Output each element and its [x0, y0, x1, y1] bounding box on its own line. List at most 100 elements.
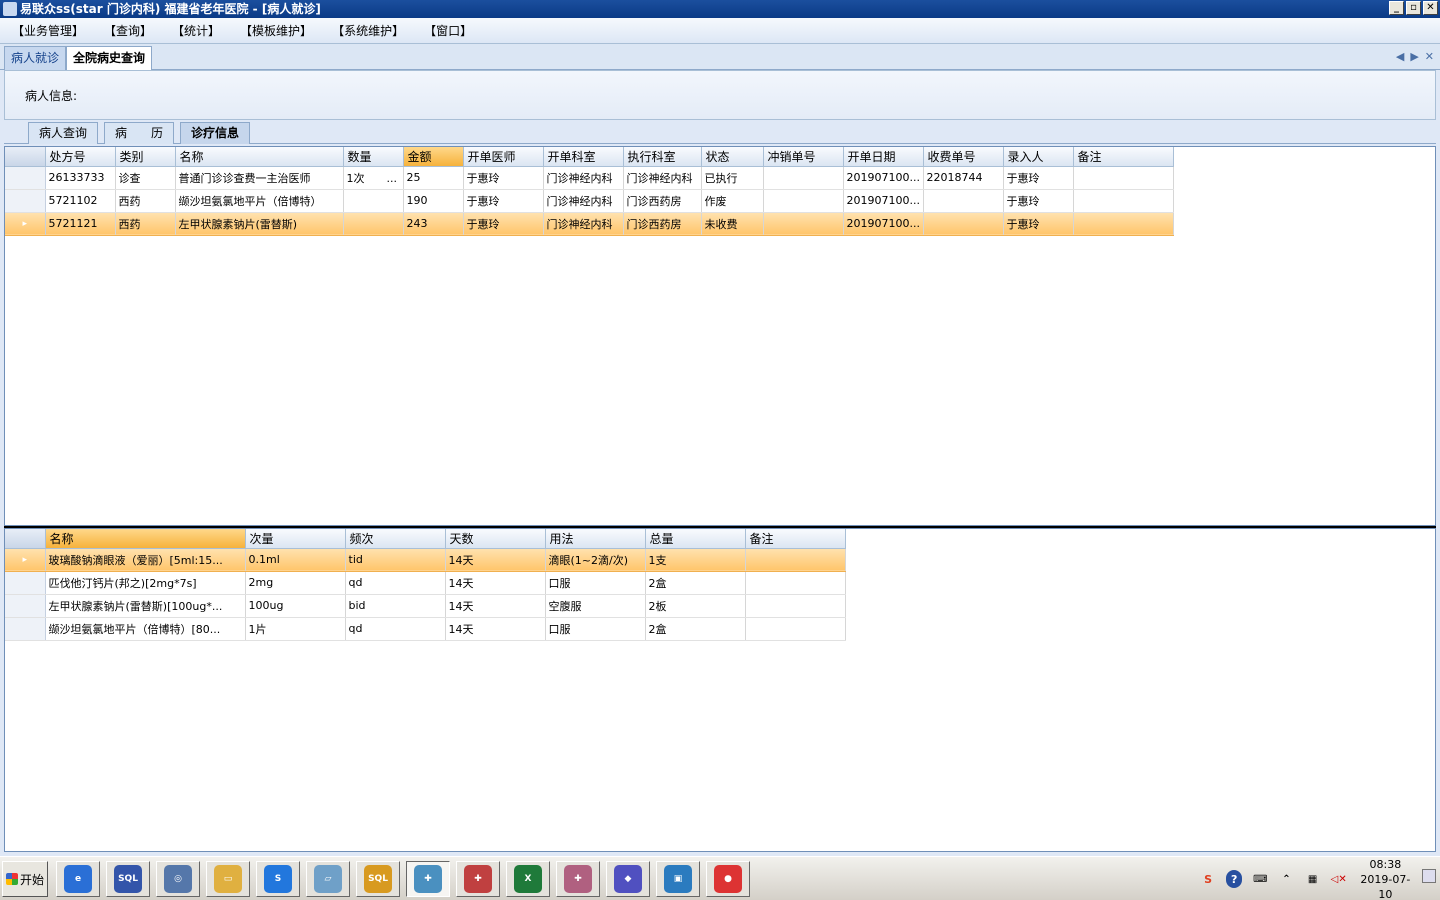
- detail-cell[interactable]: 缬沙坦氨氯地平片（倍博特）[80...: [45, 617, 246, 641]
- orders-cell[interactable]: 门诊西药房: [623, 212, 702, 236]
- orders-cell[interactable]: [923, 212, 1004, 236]
- orders-header-5[interactable]: 开单医师: [463, 147, 544, 167]
- orders-header-8[interactable]: 状态: [701, 147, 764, 167]
- orders-cell[interactable]: 26133733: [45, 166, 116, 190]
- menu-query[interactable]: 【查询】: [104, 22, 152, 39]
- orders-header-10[interactable]: 开单日期: [843, 147, 924, 167]
- detail-cell[interactable]: 14天: [445, 617, 546, 641]
- taskbar-app-button[interactable]: ●: [706, 861, 750, 897]
- orders-cell[interactable]: 243: [403, 212, 464, 236]
- orders-cell[interactable]: [763, 212, 844, 236]
- tab-medical-record[interactable]: 病 历: [104, 122, 175, 144]
- minimize-button[interactable]: _: [1389, 1, 1404, 15]
- table-row[interactable]: ▸ 玻璃酸钠滴眼液（爱丽）[5ml:15... 0.1ml tid 14天 滴眼(1~2滴…: [5, 548, 850, 572]
- detail-cell[interactable]: 左甲状腺素钠片(雷替斯)[100ug*...: [45, 594, 246, 618]
- orders-cell[interactable]: 201907100...: [843, 212, 924, 236]
- detail-cell[interactable]: qd: [345, 617, 446, 641]
- orders-cell[interactable]: 25: [403, 166, 464, 190]
- table-row[interactable]: 26133733 诊查 普通门诊诊查费一主治医师 1次 ... 25 于惠玲 门诊神经内科门…: [5, 166, 1178, 190]
- close-button[interactable]: ✕: [1423, 1, 1438, 15]
- orders-cell[interactable]: 于惠玲: [463, 166, 544, 190]
- orders-header-9[interactable]: 冲销单号: [763, 147, 844, 167]
- menu-statistics[interactable]: 【统计】: [172, 22, 220, 39]
- detail-cell[interactable]: 14天: [445, 594, 546, 618]
- table-row[interactable]: ▸ 5721121 西药 左甲状腺素钠片(雷替斯) 243 于惠玲 门诊神经内科 门诊西药房未…: [5, 212, 1178, 236]
- orders-cell[interactable]: 西药: [115, 212, 176, 236]
- taskbar-app-button[interactable]: SQL: [356, 861, 400, 897]
- detail-cell[interactable]: 滴眼(1~2滴/次): [545, 548, 646, 572]
- orders-cell[interactable]: 门诊神经内科: [543, 166, 624, 190]
- detail-cell[interactable]: 14天: [445, 548, 546, 572]
- detail-cell[interactable]: 口服: [545, 617, 646, 641]
- table-row[interactable]: 匹伐他汀钙片(邦之)[2mg*7s] 2mg qd 14天 口服 2盒: [5, 571, 850, 595]
- orders-cell[interactable]: 于惠玲: [463, 189, 544, 213]
- orders-cell[interactable]: 西药: [115, 189, 176, 213]
- detail-cell[interactable]: tid: [345, 548, 446, 572]
- row-indicator[interactable]: [5, 571, 46, 595]
- row-indicator[interactable]: ▸: [5, 212, 46, 236]
- row-indicator[interactable]: ▸: [5, 548, 46, 572]
- orders-cell[interactable]: 22018744: [923, 166, 1004, 190]
- tab-treatment-info[interactable]: 诊疗信息: [180, 122, 251, 144]
- taskbar-app-button[interactable]: ◆: [606, 861, 650, 897]
- orders-header-7[interactable]: 执行科室: [623, 147, 702, 167]
- table-row[interactable]: 缬沙坦氨氯地平片（倍博特）[80... 1片 qd 14天 口服 2盒: [5, 617, 850, 641]
- orders-cell[interactable]: 190: [403, 189, 464, 213]
- tab-prev-icon[interactable]: ◀: [1396, 50, 1404, 63]
- orders-cell[interactable]: 门诊神经内科: [543, 189, 624, 213]
- tab-close-icon[interactable]: ✕: [1425, 50, 1434, 63]
- tab-patient-visit[interactable]: 病人就诊: [4, 46, 67, 70]
- keyboard-icon[interactable]: ⌨: [1252, 870, 1268, 888]
- orders-cell[interactable]: [1073, 189, 1174, 213]
- orders-cell[interactable]: 左甲状腺素钠片(雷替斯): [175, 212, 344, 236]
- row-indicator[interactable]: [5, 617, 46, 641]
- orders-header-12[interactable]: 录入人: [1003, 147, 1074, 167]
- sogou-tray-icon[interactable]: S: [1200, 870, 1216, 888]
- detail-cell[interactable]: qd: [345, 571, 446, 595]
- detail-cell[interactable]: 空腹服: [545, 594, 646, 618]
- detail-cell[interactable]: 2盒: [645, 571, 746, 595]
- restore-button[interactable]: ▫: [1406, 1, 1421, 15]
- detail-header-2[interactable]: 频次: [345, 529, 446, 549]
- orders-cell[interactable]: [1073, 166, 1174, 190]
- detail-header-3[interactable]: 天数: [445, 529, 546, 549]
- help-icon[interactable]: ?: [1226, 870, 1243, 888]
- menu-template[interactable]: 【模板维护】: [240, 22, 312, 39]
- detail-cell[interactable]: 14天: [445, 571, 546, 595]
- orders-cell[interactable]: [1073, 212, 1174, 236]
- menu-business[interactable]: 【业务管理】: [12, 22, 84, 39]
- orders-cell[interactable]: [763, 189, 844, 213]
- orders-header-3[interactable]: 数量: [343, 147, 404, 167]
- detail-cell[interactable]: 1支: [645, 548, 746, 572]
- tab-history-query[interactable]: 全院病史查询: [66, 46, 153, 70]
- orders-header-4[interactable]: 金额: [403, 147, 464, 167]
- orders-header-2[interactable]: 名称: [175, 147, 344, 167]
- orders-cell[interactable]: 普通门诊诊查费一主治医师: [175, 166, 344, 190]
- detail-header-1[interactable]: 次量: [245, 529, 346, 549]
- detail-cell[interactable]: [745, 571, 846, 595]
- orders-cell[interactable]: 门诊西药房: [623, 189, 702, 213]
- orders-cell[interactable]: [923, 189, 1004, 213]
- table-row[interactable]: 左甲状腺素钠片(雷替斯)[100ug*... 100ug bid 14天 空腹服 2板: [5, 594, 850, 618]
- detail-header-6[interactable]: 备注: [745, 529, 846, 549]
- orders-header-1[interactable]: 类别: [115, 147, 176, 167]
- taskbar-app-button[interactable]: ✚: [406, 861, 450, 897]
- orders-cell[interactable]: 缬沙坦氨氯地平片（倍博特）: [175, 189, 344, 213]
- taskbar-app-button[interactable]: X: [506, 861, 550, 897]
- orders-cell[interactable]: 门诊神经内科: [543, 212, 624, 236]
- show-desktop-button[interactable]: [1422, 869, 1436, 883]
- detail-header-4[interactable]: 用法: [545, 529, 646, 549]
- detail-cell[interactable]: [745, 594, 846, 618]
- chevron-up-icon[interactable]: ⌃: [1278, 870, 1294, 888]
- orders-cell[interactable]: 作废: [701, 189, 764, 213]
- taskbar-app-button[interactable]: S: [256, 861, 300, 897]
- row-indicator[interactable]: [5, 189, 46, 213]
- taskbar-app-button[interactable]: e: [56, 861, 100, 897]
- orders-header-11[interactable]: 收费单号: [923, 147, 1004, 167]
- detail-cell[interactable]: bid: [345, 594, 446, 618]
- taskbar-app-button[interactable]: ▭: [206, 861, 250, 897]
- detail-cell[interactable]: 2板: [645, 594, 746, 618]
- volume-muted-icon[interactable]: ◁✕: [1331, 870, 1347, 888]
- orders-cell[interactable]: 未收费: [701, 212, 764, 236]
- clock[interactable]: 08:38 2019-07-10: [1357, 857, 1414, 900]
